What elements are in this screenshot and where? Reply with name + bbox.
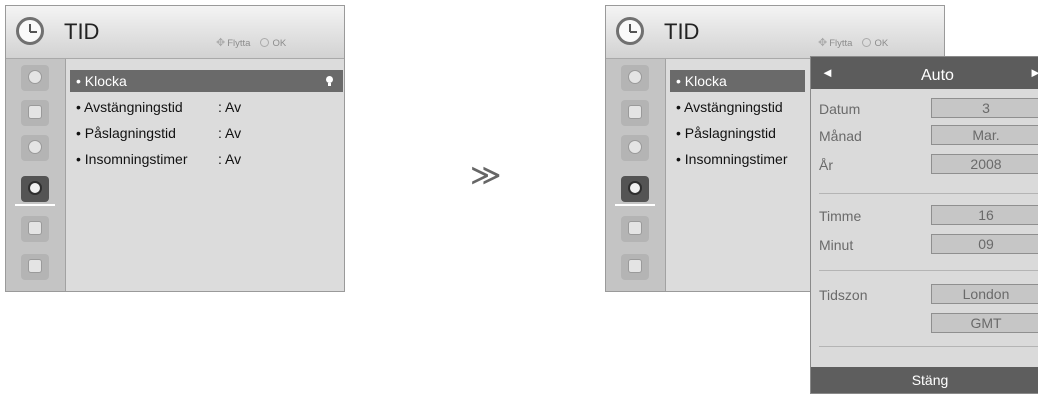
time-category-icon[interactable]	[615, 176, 655, 206]
bulb-icon	[326, 76, 333, 86]
minute-label: Minut	[819, 237, 854, 253]
tid-menu-panel-left: TID ✥ Flytta OK • Klocka • Avstängningstid…	[5, 5, 345, 292]
option-icon[interactable]	[21, 254, 49, 280]
lock-icon[interactable]	[21, 216, 49, 242]
divider	[819, 193, 1038, 194]
move-arrows-icon: ✥	[216, 37, 226, 49]
menu-item-label: • Avstängningstid	[76, 99, 183, 115]
month-field[interactable]: Mar.	[931, 125, 1038, 145]
menu-list: • Klocka • Avstängningstid • Påslagnings…	[670, 70, 805, 174]
clock-icon	[616, 17, 644, 45]
clock-icon	[16, 17, 44, 45]
menu-item-label: • Påslagningstid	[676, 125, 776, 141]
timezone-code-row: GMT	[819, 313, 1038, 335]
timezone-city-field[interactable]: London	[931, 284, 1038, 304]
menu-title: TID	[664, 19, 700, 44]
hint-move-label: Flytta	[227, 38, 251, 49]
mode-selector[interactable]: ◄ Auto ►	[811, 57, 1038, 89]
step-arrow-icon: ≫	[470, 159, 502, 192]
audio-icon[interactable]	[21, 135, 49, 161]
divider	[819, 270, 1038, 271]
menu-item-value: : Av	[218, 151, 242, 167]
move-arrows-icon: ✥	[818, 37, 828, 49]
timezone-code-field[interactable]: GMT	[931, 313, 1038, 333]
menu-item-avstangningstid[interactable]: • Avstängningstid : Av	[70, 96, 343, 118]
menu-item-label: • Påslagningstid	[76, 125, 176, 141]
ok-button-icon	[260, 38, 270, 47]
year-row: År 2008	[819, 154, 1038, 176]
date-row: Datum 3	[819, 98, 1038, 120]
picture-icon[interactable]	[621, 100, 649, 126]
menu-title: TID	[64, 19, 100, 44]
picture-icon[interactable]	[21, 100, 49, 126]
year-label: År	[819, 157, 833, 173]
input-icon[interactable]	[621, 65, 649, 91]
hour-field[interactable]: 16	[931, 205, 1038, 225]
menu-item-label: • Klocka	[76, 73, 127, 89]
ok-button-icon	[862, 38, 872, 47]
hint-ok-label: OK	[272, 38, 287, 49]
menu-item-value: : Av	[218, 125, 242, 141]
input-icon[interactable]	[21, 65, 49, 91]
audio-icon[interactable]	[621, 135, 649, 161]
menu-item-label: • Klocka	[676, 73, 727, 89]
minute-field[interactable]: 09	[931, 234, 1038, 254]
category-sidebar	[606, 59, 666, 291]
date-field[interactable]: 3	[931, 98, 1038, 118]
menu-item-paslagningstid[interactable]: • Påslagningstid : Av	[70, 122, 343, 144]
hint-ok-label: OK	[874, 38, 889, 49]
menu-item-klocka[interactable]: • Klocka	[670, 70, 805, 92]
month-label: Månad	[819, 128, 862, 144]
lock-icon[interactable]	[621, 216, 649, 242]
hour-row: Timme 16	[819, 205, 1038, 227]
nav-hint: ✥ Flytta OK	[216, 36, 286, 49]
menu-item-klocka[interactable]: • Klocka	[70, 70, 343, 92]
clock-mode-value: Auto	[921, 67, 954, 84]
close-button[interactable]: Stäng	[811, 367, 1038, 393]
menu-item-paslagningstid[interactable]: • Påslagningstid	[670, 122, 805, 144]
menu-header: TID ✥ Flytta OK	[6, 6, 344, 59]
category-sidebar	[6, 59, 66, 291]
hint-move-label: Flytta	[829, 38, 853, 49]
menu-item-value: : Av	[218, 99, 242, 115]
month-row: Månad Mar.	[819, 125, 1038, 147]
option-icon[interactable]	[621, 254, 649, 280]
menu-header: TID ✥ Flytta OK	[606, 6, 944, 59]
menu-list: • Klocka • Avstängningstid : Av • Påslag…	[70, 70, 343, 174]
clock-settings-popup: ◄ Auto ► Datum 3 Månad Mar. År 2008 Timm…	[810, 56, 1038, 394]
menu-item-insomningstimer[interactable]: • Insomningstimer : Av	[70, 148, 343, 170]
year-field[interactable]: 2008	[931, 154, 1038, 174]
menu-item-insomningstimer[interactable]: • Insomningstimer	[670, 148, 805, 170]
menu-item-label: • Insomningstimer	[76, 151, 188, 167]
date-label: Datum	[819, 101, 861, 117]
hour-label: Timme	[819, 208, 862, 224]
left-arrow-icon[interactable]: ◄	[821, 65, 834, 80]
menu-item-avstangningstid[interactable]: • Avstängningstid	[670, 96, 805, 118]
menu-item-label: • Avstängningstid	[676, 99, 783, 115]
timezone-row: Tidszon London	[819, 284, 1038, 306]
nav-hint: ✥ Flytta OK	[818, 36, 888, 49]
menu-item-label: • Insomningstimer	[676, 151, 788, 167]
right-arrow-icon[interactable]: ►	[1029, 65, 1038, 80]
minute-row: Minut 09	[819, 234, 1038, 256]
divider	[819, 346, 1038, 347]
time-category-icon[interactable]	[15, 176, 55, 206]
timezone-label: Tidszon	[819, 287, 868, 303]
